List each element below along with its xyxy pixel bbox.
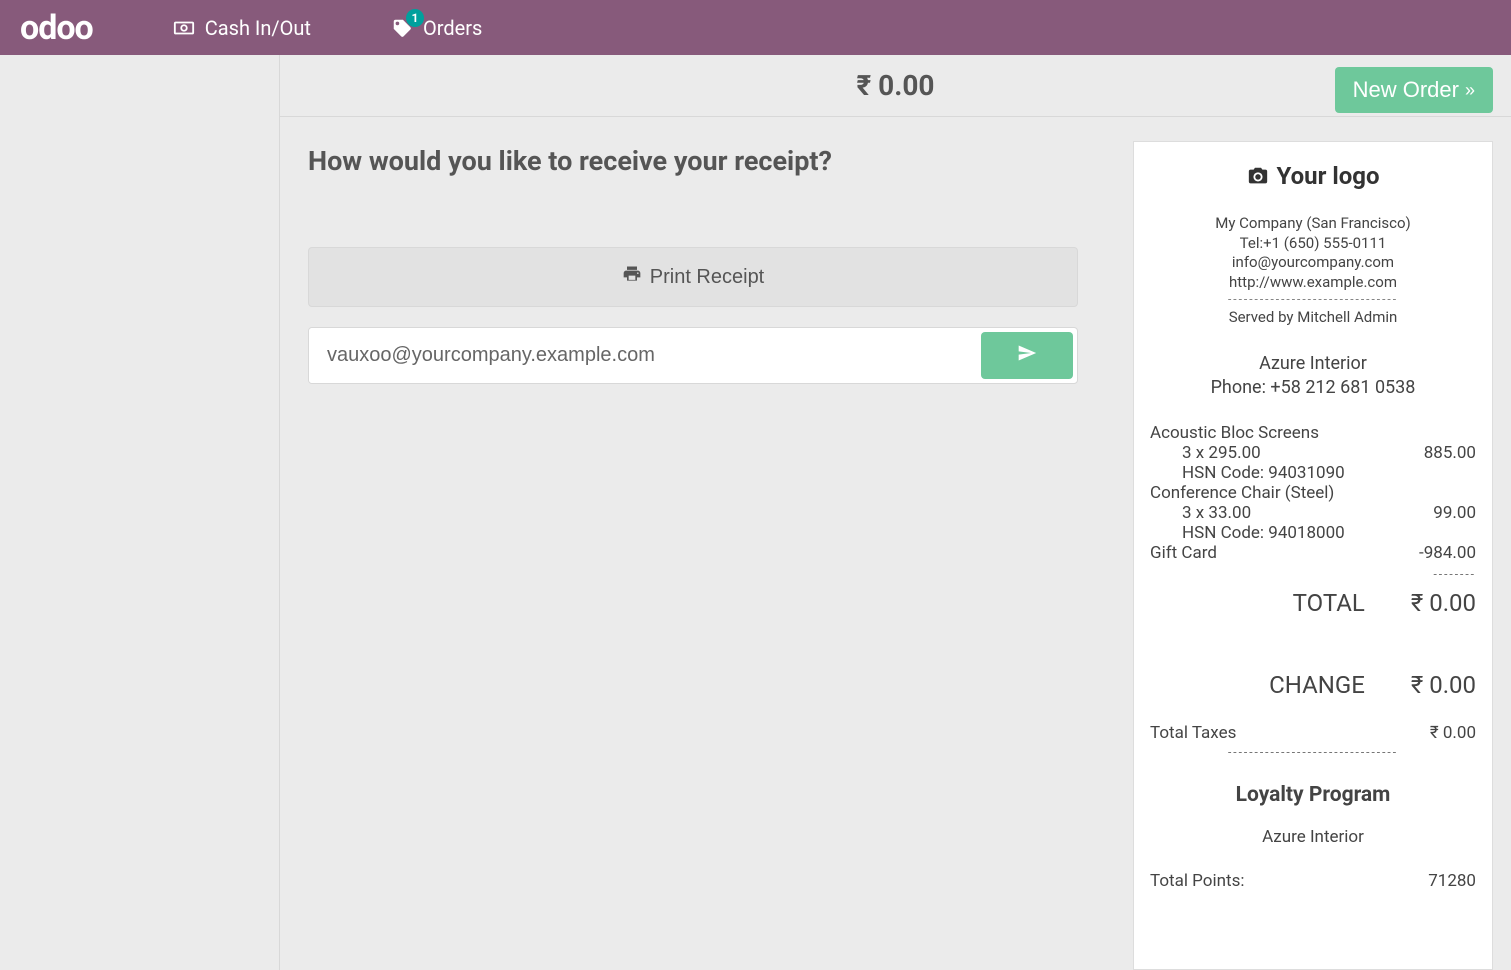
points-label: Total Points: bbox=[1150, 871, 1244, 891]
main: ₹ 0.00 New Order » How would you like to… bbox=[0, 55, 1511, 970]
tax-label: Total Taxes bbox=[1150, 723, 1236, 743]
email-row bbox=[308, 327, 1078, 384]
total-label: TOTAL bbox=[1293, 589, 1365, 617]
topbar: odoo Cash In/Out 1 Orders bbox=[0, 0, 1511, 55]
body-row: How would you like to receive your recei… bbox=[280, 117, 1511, 970]
amount-row: ₹ 0.00 New Order » bbox=[280, 55, 1511, 117]
email-input[interactable] bbox=[309, 328, 977, 383]
cash-in-out-button[interactable]: Cash In/Out bbox=[173, 16, 311, 40]
divider-mid: -------------------------------- bbox=[1150, 745, 1476, 759]
receipt-panel: Your logo My Company (San Francisco) Tel… bbox=[1133, 141, 1493, 970]
customer-block: Azure Interior Phone: +58 212 681 0538 bbox=[1150, 352, 1476, 401]
company-website: http://www.example.com bbox=[1150, 273, 1476, 293]
customer-name: Azure Interior bbox=[1150, 352, 1476, 376]
receipt-actions: How would you like to receive your recei… bbox=[280, 117, 1133, 970]
served-by: Served by Mitchell Admin bbox=[1150, 308, 1476, 326]
item-hsn: HSN Code: 94031090 bbox=[1150, 463, 1476, 483]
paper-plane-icon bbox=[1017, 343, 1037, 369]
cash-icon bbox=[173, 17, 195, 39]
order-total-amount: ₹ 0.00 bbox=[857, 69, 935, 102]
receipt-question: How would you like to receive your recei… bbox=[308, 145, 1078, 177]
left-sidebar bbox=[0, 55, 280, 970]
item-qty: 3 x 295.00 bbox=[1150, 443, 1261, 463]
line-items: Acoustic Bloc Screens 3 x 295.00 885.00 … bbox=[1150, 423, 1476, 563]
tag-icon: 1 bbox=[391, 17, 413, 39]
cash-label: Cash In/Out bbox=[205, 16, 311, 40]
print-receipt-button[interactable]: Print Receipt bbox=[308, 247, 1078, 307]
item-amount: 99.00 bbox=[1433, 503, 1476, 523]
company-name: My Company (San Francisco) bbox=[1150, 214, 1476, 234]
new-order-button[interactable]: New Order » bbox=[1335, 67, 1493, 113]
item-name: Acoustic Bloc Screens bbox=[1150, 423, 1476, 443]
tax-value: ₹ 0.00 bbox=[1430, 723, 1476, 743]
print-label: Print Receipt bbox=[650, 266, 765, 289]
loyalty-title: Loyalty Program bbox=[1150, 783, 1476, 807]
line-item: Gift Card -984.00 bbox=[1150, 543, 1476, 563]
content: ₹ 0.00 New Order » How would you like to… bbox=[280, 55, 1511, 970]
total-value: ₹ 0.00 bbox=[1411, 589, 1476, 617]
print-icon bbox=[622, 264, 642, 290]
change-value: ₹ 0.00 bbox=[1411, 671, 1476, 699]
points-row: Total Points: 71280 bbox=[1150, 871, 1476, 891]
line-item: Conference Chair (Steel) 3 x 33.00 99.00… bbox=[1150, 483, 1476, 543]
total-row: TOTAL ₹ 0.00 bbox=[1150, 589, 1476, 617]
company-email: info@yourcompany.com bbox=[1150, 253, 1476, 273]
change-row: CHANGE ₹ 0.00 bbox=[1150, 671, 1476, 699]
tax-row: Total Taxes ₹ 0.00 bbox=[1150, 723, 1476, 743]
item-hsn: HSN Code: 94018000 bbox=[1150, 523, 1476, 543]
company-logo-placeholder: Your logo bbox=[1150, 162, 1476, 190]
points-value: 71280 bbox=[1428, 871, 1476, 891]
company-info: My Company (San Francisco) Tel:+1 (650) … bbox=[1150, 214, 1476, 292]
company-logo-text: Your logo bbox=[1277, 162, 1380, 190]
change-label: CHANGE bbox=[1269, 671, 1365, 699]
send-email-button[interactable] bbox=[981, 332, 1073, 379]
divider-small: -------- bbox=[1150, 567, 1476, 581]
customer-phone: Phone: +58 212 681 0538 bbox=[1150, 376, 1476, 400]
divider: -------------------------------- bbox=[1150, 292, 1476, 306]
orders-label: Orders bbox=[423, 16, 482, 40]
item-name: Gift Card bbox=[1150, 543, 1217, 563]
item-amount: 885.00 bbox=[1424, 443, 1476, 463]
odoo-logo: odoo bbox=[20, 8, 93, 48]
new-order-label: New Order bbox=[1353, 77, 1459, 103]
company-tel: Tel:+1 (650) 555-0111 bbox=[1150, 234, 1476, 254]
item-name: Conference Chair (Steel) bbox=[1150, 483, 1476, 503]
line-item: Acoustic Bloc Screens 3 x 295.00 885.00 … bbox=[1150, 423, 1476, 483]
orders-button[interactable]: 1 Orders bbox=[391, 16, 482, 40]
item-qty: 3 x 33.00 bbox=[1150, 503, 1251, 523]
item-amount: -984.00 bbox=[1419, 543, 1476, 563]
loyalty-customer: Azure Interior bbox=[1150, 827, 1476, 847]
chevron-right-icon: » bbox=[1465, 80, 1475, 101]
orders-badge: 1 bbox=[406, 9, 424, 27]
